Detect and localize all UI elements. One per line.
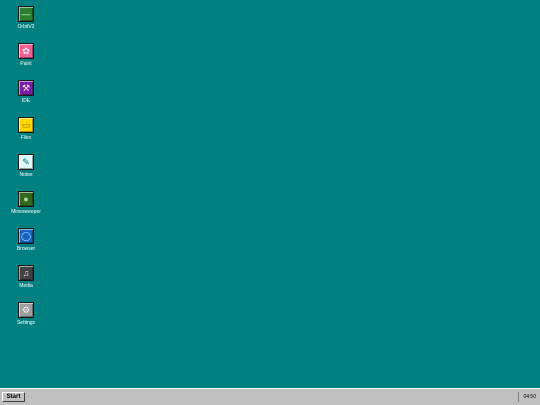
terminal-icon: — (18, 6, 34, 22)
desktop-icon-label: Minesweeper (11, 209, 41, 215)
desktop-icon-notes[interactable]: ✎ Notes (6, 154, 46, 178)
desktop-icon-label: Files (20, 135, 32, 141)
notepad-icon: ✎ (18, 154, 34, 170)
desktop-icon-label: Paint (20, 61, 32, 67)
globe-icon: ◯ (18, 228, 34, 244)
palette-icon: ✿ (18, 43, 34, 59)
system-tray-clock: 04:50 (518, 392, 538, 402)
desktop-icon-media[interactable]: ♫ Media (6, 265, 46, 289)
desktop-icon-settings[interactable]: ⚙ Settings (6, 302, 46, 326)
start-button[interactable]: Start (2, 392, 25, 402)
desktop-icon-label: OrbitV2 (17, 24, 35, 30)
desktop-icon-paint[interactable]: ✿ Paint (6, 43, 46, 67)
desktop-icon-minesweeper[interactable]: ● Minesweeper (6, 191, 46, 215)
music-icon: ♫ (18, 265, 34, 281)
taskbar: Start 04:50 (0, 388, 540, 405)
desktop-icon-label: IDE (21, 98, 31, 104)
desktop-icon-orbitv2[interactable]: — OrbitV2 (6, 6, 46, 30)
desktop-icon-label: Media (19, 283, 33, 289)
tools-icon: ⚒ (18, 80, 34, 96)
gear-icon: ⚙ (18, 302, 34, 318)
folder-icon: ▭ (18, 117, 34, 133)
desktop-icon-label: Notes (19, 172, 33, 178)
desktop-icon-label: Settings (16, 320, 36, 326)
desktop-icon-browser[interactable]: ◯ Browser (6, 228, 46, 252)
desktop-icon-ide[interactable]: ⚒ IDE (6, 80, 46, 104)
desktop-icon-label: Browser (16, 246, 36, 252)
desktop: — OrbitV2 ✿ Paint ⚒ IDE ▭ Files ✎ Notes … (0, 0, 540, 388)
mine-icon: ● (18, 191, 34, 207)
desktop-icon-files[interactable]: ▭ Files (6, 117, 46, 141)
